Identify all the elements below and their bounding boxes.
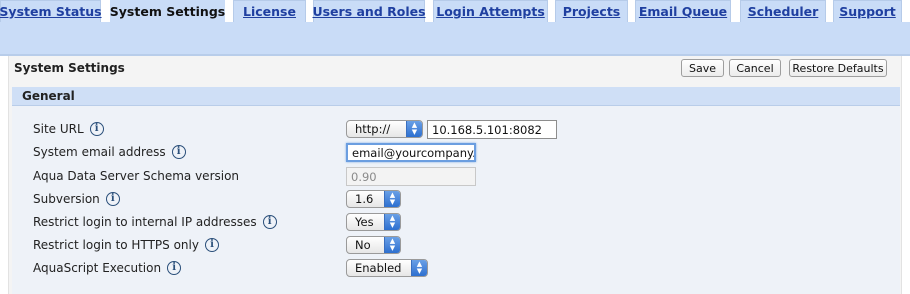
tab-content-band [0,22,910,54]
restore-defaults-button[interactable]: Restore Defaults [789,59,887,77]
email-label: System email address [33,145,166,159]
save-button[interactable]: Save [681,59,724,77]
site-url-input[interactable]: 10.168.5.101:8082 [427,120,557,139]
select-arrows-icon: ▲ ▼ [384,191,400,207]
settings-panel: System Settings Save Cancel Restore Defa… [8,56,902,294]
tab-system-status[interactable]: System Status [0,0,102,22]
tab-login-attempts[interactable]: Login Attempts [433,0,548,22]
site-url-label-row: Site URL i [33,120,104,138]
cancel-button[interactable]: Cancel [729,59,781,77]
tab-projects[interactable]: Projects [555,0,628,22]
tab-license[interactable]: License [233,0,306,22]
select-arrows-icon: ▲ ▼ [384,237,400,253]
select-arrows-icon: ▲ ▼ [411,260,427,276]
tab-bar: System Status System Settings License Us… [0,0,910,22]
select-arrows-icon: ▲ ▼ [384,214,400,230]
aquascript-select[interactable]: Enabled ▲ ▼ [346,259,428,277]
tab-users-and-roles[interactable]: Users and Roles [312,0,426,22]
subversion-label: Subversion [33,192,100,206]
restrict-https-select-value: No [355,238,371,252]
restrict-https-label: Restrict login to HTTPS only [33,238,199,252]
tab-support[interactable]: Support [833,0,902,22]
subversion-select-value: 1.6 [355,192,374,206]
section-body: Site URL i http:// ▲ ▼ 10.168.5.101:8082 … [12,106,900,294]
restrict-ip-select-value: Yes [355,215,374,229]
info-icon[interactable]: i [89,122,104,136]
info-icon[interactable]: i [105,192,120,206]
info-icon[interactable]: i [204,238,219,252]
protocol-select[interactable]: http:// ▲ ▼ [346,120,423,138]
protocol-select-value: http:// [355,122,391,136]
schema-version-field: 0.90 [346,167,476,186]
section-header-general: General [12,87,900,106]
aquascript-select-value: Enabled [355,261,402,275]
restrict-ip-label-row: Restrict login to internal IP addresses … [33,213,277,231]
tab-system-settings[interactable]: System Settings [110,0,225,22]
email-input[interactable]: email@yourcompany.con [346,143,476,162]
schema-version-label-row: Aqua Data Server Schema version [33,167,239,185]
restrict-ip-label: Restrict login to internal IP addresses [33,215,257,229]
info-icon[interactable]: i [167,261,182,275]
info-icon[interactable]: i [262,215,277,229]
restrict-https-select[interactable]: No ▲ ▼ [346,236,401,254]
select-arrows-icon: ▲ ▼ [406,121,422,137]
schema-version-label: Aqua Data Server Schema version [33,169,240,183]
aquascript-label: AquaScript Execution [33,261,162,275]
subversion-label-row: Subversion i [33,190,120,208]
tab-email-queue[interactable]: Email Queue [635,0,731,22]
restrict-ip-select[interactable]: Yes ▲ ▼ [346,213,401,231]
section-title: General [22,89,75,103]
email-label-row: System email address i [33,143,186,161]
info-icon[interactable]: i [171,145,186,159]
subversion-select[interactable]: 1.6 ▲ ▼ [346,190,401,208]
aquascript-label-row: AquaScript Execution i [33,259,182,277]
restrict-https-label-row: Restrict login to HTTPS only i [33,236,219,254]
tab-scheduler[interactable]: Scheduler [740,0,826,22]
panel-title: System Settings [14,61,125,75]
site-url-label: Site URL [33,122,84,136]
